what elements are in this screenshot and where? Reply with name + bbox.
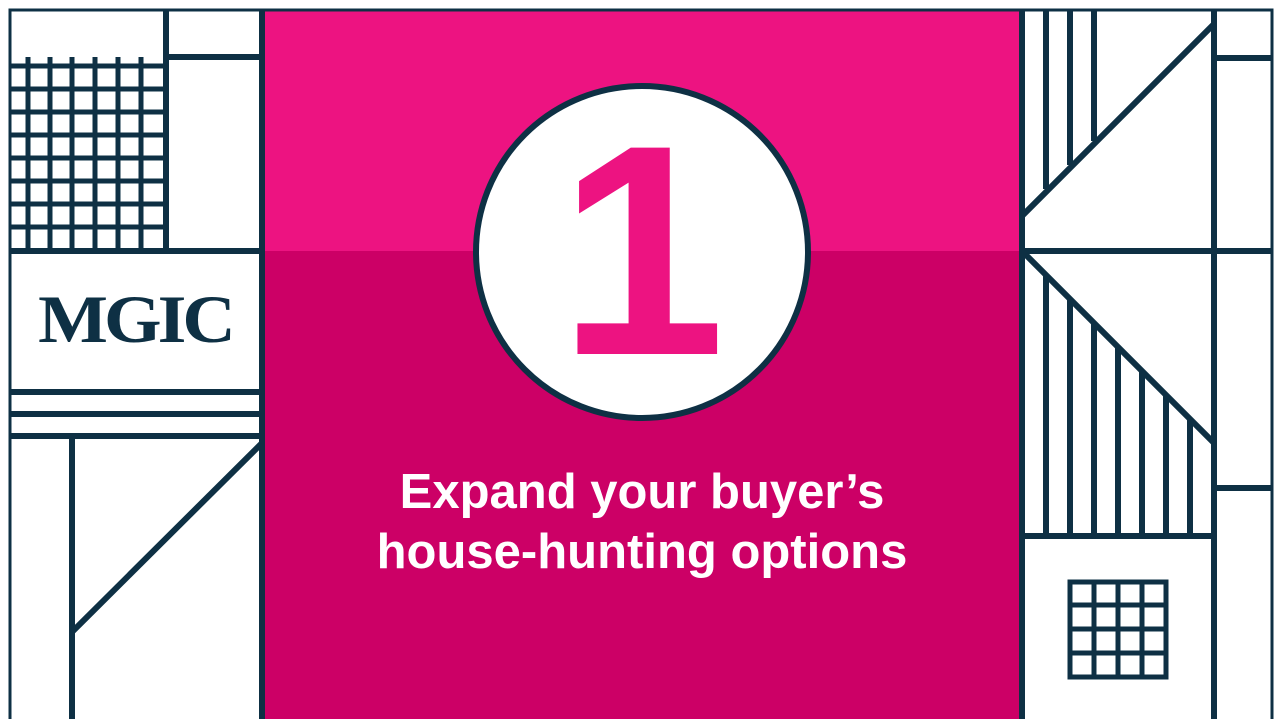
left-grid-window (10, 57, 166, 251)
mgic-logo: MGIC (38, 281, 236, 358)
title-slide: MGIC 1 Expand your buyer’s house-hunting… (0, 0, 1278, 719)
right-building-art (1019, 10, 1272, 719)
right-grid-window (1067, 579, 1169, 680)
left-building-art (10, 10, 265, 719)
slide-number: 1 (558, 82, 726, 418)
headline-line-2: house-hunting options (376, 525, 908, 579)
headline-line-1: Expand your buyer’s (399, 465, 885, 519)
slide-headline: Expand your buyer’s house-hunting option… (264, 462, 1020, 582)
